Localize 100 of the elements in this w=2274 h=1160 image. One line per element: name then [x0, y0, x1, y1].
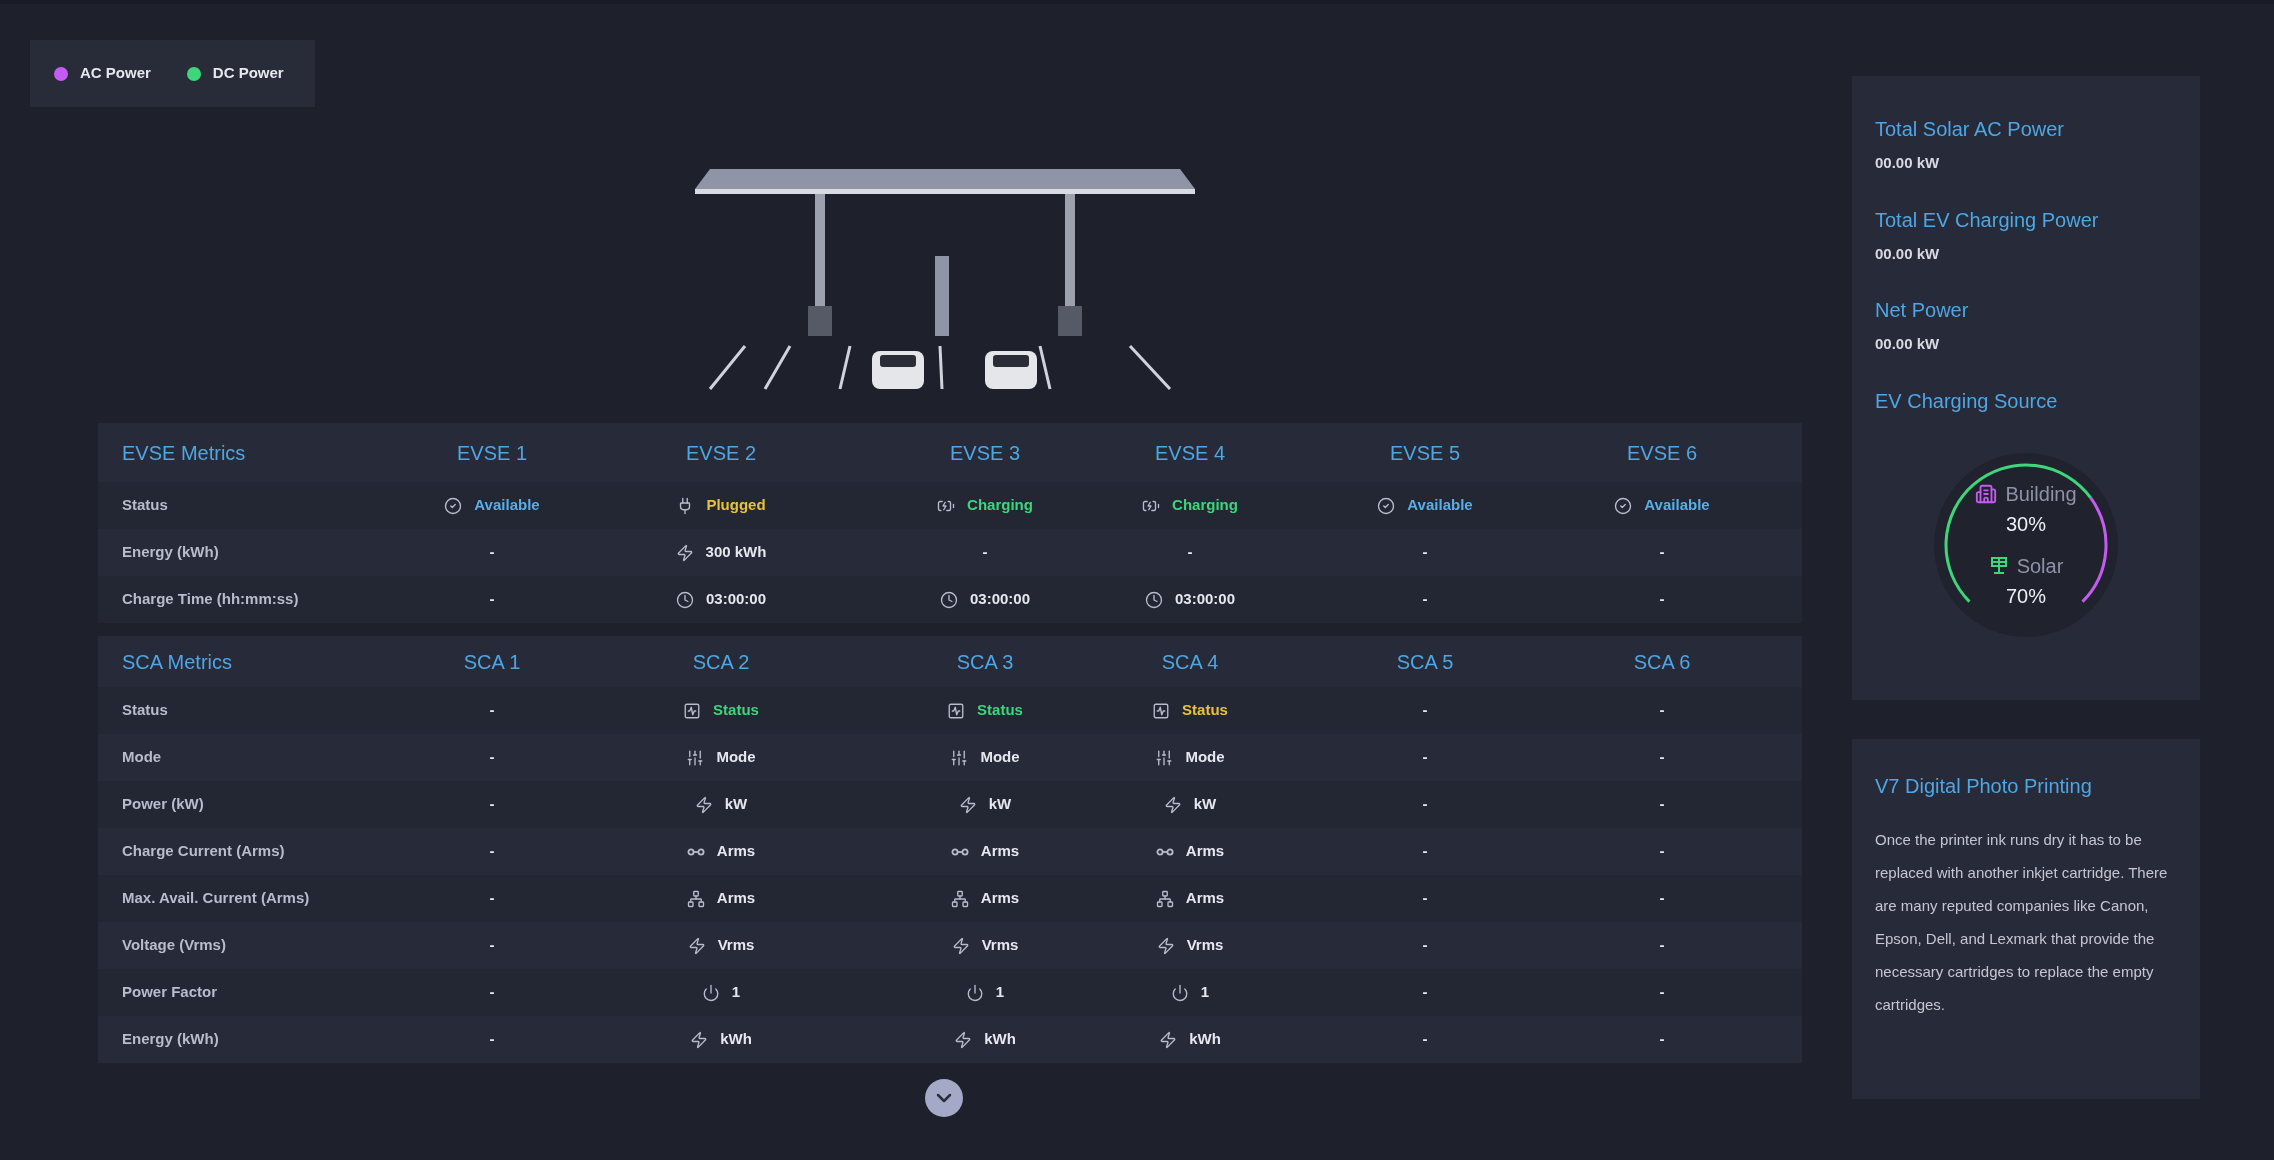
column-header: SCA 4: [1161, 649, 1219, 675]
link-icon: [686, 847, 705, 856]
sliders-icon: [1155, 748, 1174, 767]
chart-icon: [947, 701, 966, 720]
column-header: SCA 1: [463, 649, 521, 675]
card-title: V7 Digital Photo Printing: [1875, 774, 2093, 799]
table-cell-text: -: [1659, 589, 1665, 610]
check-circle-icon: [444, 496, 463, 515]
lightning-icon: [951, 936, 970, 955]
network-icon: [686, 889, 705, 908]
source-label: Building: [2005, 481, 2077, 507]
source-percent: 70%: [2005, 583, 2046, 609]
table-cell-text: kW: [1193, 794, 1217, 815]
legend-label: DC Power: [212, 63, 284, 84]
table-cell-text: Available: [1644, 495, 1710, 516]
gauge-title: EV Charging Source: [1875, 388, 2059, 414]
table-cell-text: kWh: [720, 1029, 752, 1050]
table-title: SCA Metrics: [121, 649, 234, 675]
table-cell-text: Mode: [716, 747, 756, 768]
table-cell-text: -: [489, 1029, 495, 1050]
table-cell-text: -: [1659, 888, 1665, 909]
table-cell-text: 300 kWh: [705, 542, 767, 563]
table-cell-text: Vrms: [981, 935, 1019, 956]
table-cell-text: Status: [1182, 700, 1228, 721]
table-cell-text: 03:00:00: [969, 589, 1030, 610]
lightning-icon: [954, 1030, 973, 1049]
table-cell-text: -: [489, 589, 495, 610]
column-header: EVSE 3: [949, 440, 1020, 466]
card-paragraph: Once the printer ink runs dry it has to be replaced with another inkjet cartridge. There are many reputed companies like Canon, Epson, Dell, and Lexmark that provide the necessary cartridges to replace the empty cartridges.: [1875, 830, 2169, 1015]
sliders-icon: [686, 748, 705, 767]
table-cell-text: -: [1422, 700, 1428, 721]
table-cell-text: -: [1422, 841, 1428, 862]
lightning-icon: [675, 543, 694, 562]
table-cell-text: kW: [988, 794, 1012, 815]
table-cell-text: 1: [1200, 982, 1210, 1003]
table-cell-text: -: [489, 794, 495, 815]
table-cell-text: -: [1659, 700, 1665, 721]
check-circle-icon: [1377, 496, 1396, 515]
row-label: Mode: [121, 747, 163, 768]
column-header: EVSE 4: [1154, 440, 1225, 466]
table-cell-text: 03:00:00: [1174, 589, 1235, 610]
table-cell-text: -: [1422, 589, 1428, 610]
table-cell-text: 1: [995, 982, 1005, 1003]
table-cell-text: Mode: [980, 747, 1020, 768]
table-cell-text: -: [489, 982, 495, 1003]
source-label: Solar: [2016, 553, 2064, 579]
table-cell-text: -: [1659, 747, 1665, 768]
column-header: EVSE 1: [456, 440, 527, 466]
row-label: Power Factor: [121, 982, 219, 1003]
lightning-icon: [694, 795, 713, 814]
network-icon: [1155, 889, 1174, 908]
column-header: SCA 6: [1633, 649, 1691, 675]
row-label: Status: [121, 495, 169, 516]
table-cell-text: Available: [474, 495, 540, 516]
table-title: EVSE Metrics: [121, 440, 247, 466]
table-cell-text: Status: [713, 700, 759, 721]
table-cell-text: Charging: [967, 495, 1033, 516]
metric-value: 00.00 kW: [1875, 153, 1941, 173]
table-cell-text: -: [1187, 542, 1193, 563]
table-cell-text: -: [1659, 841, 1665, 862]
table-cell-text: Charging: [1172, 495, 1238, 516]
clock-icon: [675, 590, 694, 609]
power-icon: [1170, 983, 1189, 1002]
network-icon: [950, 889, 969, 908]
table-cell-text: Plugged: [706, 495, 766, 516]
table-cell-text: kW: [724, 794, 748, 815]
table-cell-text: -: [1659, 1029, 1665, 1050]
column-header: EVSE 5: [1389, 440, 1460, 466]
power-icon: [701, 983, 720, 1002]
table-cell-text: -: [1422, 982, 1428, 1003]
table-cell-text: -: [1659, 935, 1665, 956]
table-cell-text: -: [489, 888, 495, 909]
column-header: EVSE 6: [1626, 440, 1697, 466]
table-cell-text: -: [489, 700, 495, 721]
table-cell-text: -: [1659, 542, 1665, 563]
table-cell-text: 03:00:00: [705, 589, 766, 610]
table-cell-text: Arms: [716, 841, 756, 862]
metric-value: 00.00 kW: [1875, 243, 1941, 264]
lightning-icon: [958, 795, 977, 814]
table-cell-text: kWh: [984, 1029, 1016, 1050]
table-cell-text: kWh: [1189, 1029, 1221, 1050]
legend-label: AC Power: [80, 63, 151, 84]
power-icon: [965, 983, 984, 1002]
metric-title: Total EV Charging Power: [1875, 207, 2100, 233]
lightning-icon: [687, 936, 706, 955]
lightning-icon: [1159, 1030, 1178, 1049]
table-cell-text: -: [1422, 747, 1428, 768]
table-cell-text: Vrms: [1186, 935, 1224, 956]
row-label: Charge Time (hh:mm:ss): [121, 589, 300, 610]
metric-title: Total Solar AC Power: [1875, 117, 2065, 142]
table-cell-text: -: [1422, 542, 1428, 563]
scroll-down-button[interactable]: [925, 1079, 963, 1117]
row-label: Max. Avail. Current (Arms): [121, 888, 311, 909]
metric-title: Net Power: [1875, 298, 1970, 323]
table-cell-text: -: [1422, 794, 1428, 815]
table-cell-text: -: [1659, 982, 1665, 1003]
table-cell-text: Arms: [716, 888, 756, 909]
link-icon: [1155, 847, 1174, 856]
row-label: Energy (kWh): [121, 542, 220, 563]
clock-icon: [1144, 590, 1163, 609]
